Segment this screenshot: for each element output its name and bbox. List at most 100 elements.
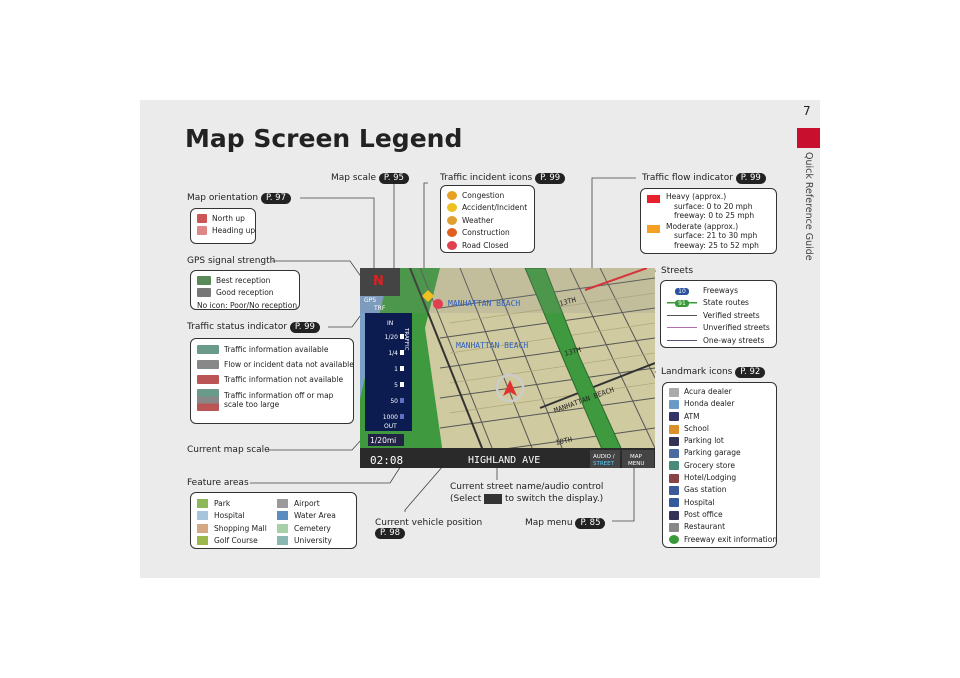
- landmark-icon: [669, 412, 679, 422]
- heavy-swatch: [647, 195, 660, 203]
- scale-level[interactable]: 50: [390, 398, 398, 405]
- moderate-swatch: [647, 224, 660, 233]
- current-scale-label: 1/20mi: [370, 436, 396, 445]
- page-ref-link[interactable]: P. 85: [575, 518, 606, 529]
- audio-label: AUDIO /: [593, 454, 615, 460]
- scale-level[interactable]: 1: [394, 366, 398, 373]
- landmark-legend: Acura dealer Honda dealer ATM School Parking…: [662, 382, 777, 548]
- callout-text: (Select: [450, 494, 482, 504]
- map-menu-callout: Map menu P. 85: [525, 518, 606, 529]
- map-orientation-callout: Map orientation P. 97: [187, 193, 291, 204]
- feature-swatch: [197, 511, 208, 521]
- legend-label: Construction: [462, 228, 510, 238]
- landmark-callout: Landmark icons P. 92: [661, 367, 766, 378]
- page-number: 7: [803, 104, 811, 118]
- traffic-indicator: TRF: [373, 305, 386, 312]
- landmark-icon: [669, 522, 679, 532]
- feature-swatch: [277, 536, 288, 546]
- scale-tick: [400, 398, 404, 403]
- map-menu-label: MAP: [630, 454, 643, 460]
- scale-level[interactable]: 1/4: [388, 350, 398, 357]
- page-ref-link[interactable]: P. 92: [735, 367, 766, 378]
- scale-level[interactable]: 1000: [383, 414, 398, 421]
- side-label: Quick Reference Guide: [803, 152, 814, 261]
- legend-label: School: [684, 423, 709, 433]
- landmark-icon: [669, 486, 679, 496]
- legend-label: Traffic information off or map scale too…: [224, 391, 334, 409]
- gps-callout: GPS signal strength: [187, 256, 276, 266]
- callout-text: to switch the display.): [505, 494, 604, 504]
- scale-level[interactable]: 5: [394, 382, 398, 389]
- scale-tick: [400, 382, 404, 387]
- callout-text: Map orientation: [187, 193, 259, 203]
- feature-areas-legend: Park Airport Hospital Water Area Shopping Ma…: [190, 492, 357, 549]
- map-menu-label: MENU: [628, 461, 644, 467]
- legend-label: Park: [214, 498, 231, 508]
- legend-label: Freeway exit information: [684, 534, 778, 544]
- unverified-street-line: [667, 327, 697, 329]
- page-ref-link[interactable]: P. 98: [375, 528, 406, 539]
- legend-label: Road Closed: [462, 240, 509, 250]
- gps-indicator: GPS: [364, 297, 376, 304]
- legend-label: Traffic information not available: [224, 375, 344, 384]
- feature-swatch: [197, 498, 208, 508]
- legend-label: Congestion: [462, 190, 505, 200]
- incident-icon: [447, 190, 457, 200]
- current-street-name[interactable]: HIGHLAND AVE: [468, 455, 540, 466]
- street-label: STREET: [593, 461, 615, 467]
- freeway-shield-icon: 10: [675, 287, 689, 295]
- feature-swatch: [277, 511, 288, 521]
- legend-label: Hospital: [684, 497, 715, 507]
- page-ref-link[interactable]: P. 99: [289, 322, 320, 333]
- legend-label: Best reception: [216, 275, 271, 285]
- orientation-legend: North up Heading up: [190, 208, 256, 244]
- legend-label: surface: 21 to 30 mph: [674, 231, 758, 240]
- callout-text: Traffic status indicator: [187, 322, 288, 332]
- landmark-icon: [669, 510, 679, 520]
- landmark-icon: [669, 449, 679, 459]
- feature-swatch: [197, 523, 208, 533]
- landmark-icon: [669, 461, 679, 471]
- legend-label: Accident/Incident: [462, 203, 528, 213]
- legend-label: Honda dealer: [684, 399, 735, 409]
- legend-label: Restaurant: [684, 522, 726, 532]
- page-ref-link[interactable]: P. 99: [535, 173, 566, 184]
- legend-label: Parking lot: [684, 436, 724, 446]
- gps-good-icon: [197, 288, 211, 298]
- traffic-off-icon: [197, 389, 219, 411]
- landmark-icon: [669, 387, 679, 397]
- legend-label: Heavy (approx.): [666, 192, 727, 201]
- scale-tick: [400, 414, 404, 419]
- landmark-icon: [669, 424, 679, 434]
- callout-text: Traffic incident icons: [440, 173, 533, 183]
- gps-best-icon: [197, 275, 211, 285]
- scale-tick: [400, 350, 404, 355]
- landmark-icon: [669, 498, 679, 508]
- legend-label: ATM: [684, 411, 700, 421]
- navigation-map[interactable]: MANHATTAN BEACH MANHATTAN BEACH MANHATTA…: [360, 268, 655, 468]
- legend-label: Weather: [462, 215, 494, 225]
- zoom-out-label[interactable]: OUT: [384, 423, 397, 430]
- streets-legend: 10 Freeways 91 State routes Verified stree…: [660, 280, 777, 348]
- callout-text: Traffic flow indicator: [642, 173, 733, 183]
- section-tab: [797, 128, 820, 148]
- feature-swatch: [197, 536, 208, 546]
- zoom-in-label[interactable]: IN: [387, 320, 393, 327]
- page-ref-link[interactable]: P. 95: [378, 173, 409, 184]
- scale-level[interactable]: 1/20: [385, 334, 399, 341]
- landmark-icon: [669, 399, 679, 409]
- feature-swatch: [277, 523, 288, 533]
- callout-text: Map menu: [525, 518, 573, 528]
- page-ref-link[interactable]: P. 97: [260, 193, 291, 204]
- callout-text: Landmark icons: [661, 367, 733, 377]
- legend-label: freeway: 0 to 25 mph: [674, 211, 755, 220]
- vehicle-callout: Current vehicle position P. 98: [375, 518, 482, 539]
- incident-icon: [447, 215, 457, 225]
- callout-text: Current vehicle position: [375, 518, 483, 528]
- page-ref-link[interactable]: P. 99: [735, 173, 766, 184]
- legend-label: Flow or incident data not available: [224, 360, 354, 369]
- legend-label: Airport: [294, 498, 320, 508]
- incident-icon: [447, 240, 457, 250]
- legend-label: State routes: [703, 298, 749, 308]
- heading-up-icon: [197, 226, 207, 236]
